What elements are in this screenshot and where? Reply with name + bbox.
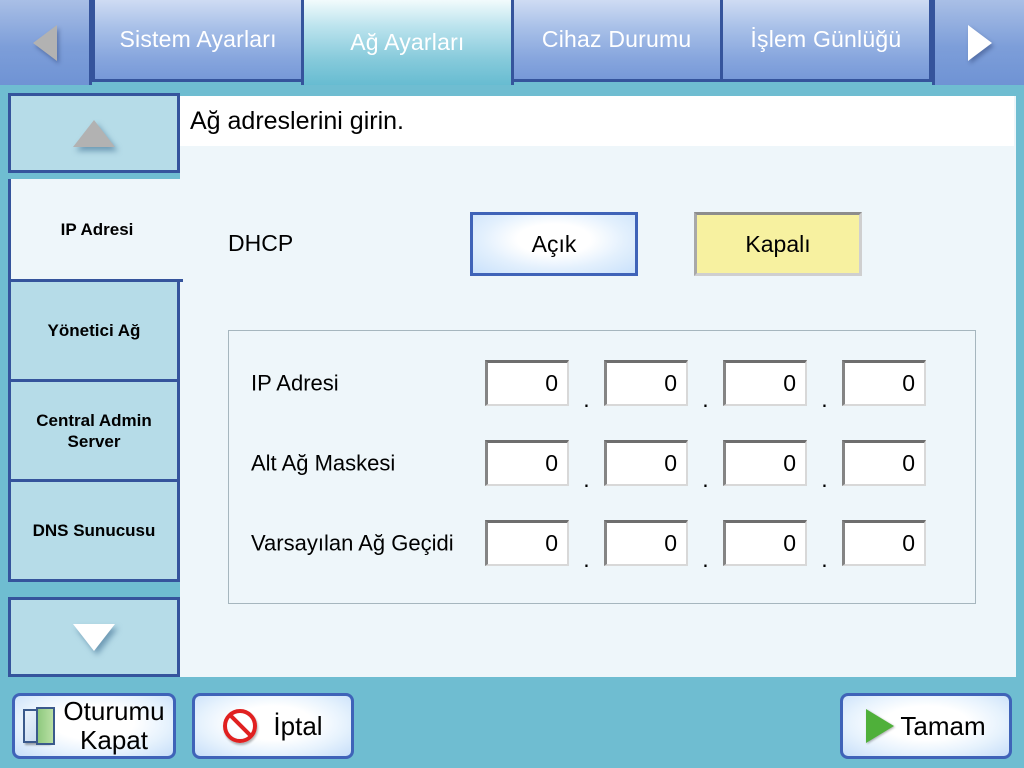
sidebar-item-list: IP Adresi Yönetici Ağ Central Admin Serv…	[8, 179, 183, 591]
cancel-button[interactable]: İptal	[192, 693, 354, 759]
main-body: IP Adresi Yönetici Ağ Central Admin Serv…	[0, 85, 1024, 685]
dhcp-off-label: Kapalı	[745, 230, 811, 257]
sidebar-item-label: DNS Sunucusu	[32, 521, 156, 540]
octet-group: 0 . 0 . 0 . 0	[485, 440, 926, 492]
subnet-octet-3[interactable]: 0	[723, 440, 807, 486]
logout-label: Oturumu Kapat	[63, 696, 165, 755]
dhcp-setting-row: DHCP Açık Kapalı	[180, 212, 1016, 282]
gateway-octet-3[interactable]: 0	[723, 520, 807, 566]
triangle-left-icon	[32, 24, 57, 61]
subnet-octet-4[interactable]: 0	[842, 440, 926, 486]
address-row-gateway: Varsayılan Ağ Geçidi 0 . 0 . 0 . 0	[229, 503, 977, 583]
address-row-label: Alt Ağ Maskesi	[251, 450, 396, 476]
tab-label: Ağ Ayarları	[350, 29, 465, 55]
sidebar-item-ip-adresi[interactable]: IP Adresi	[8, 179, 183, 282]
subnet-octet-1[interactable]: 0	[485, 440, 569, 486]
triangle-up-icon	[73, 119, 115, 147]
octet-separator: .	[583, 546, 590, 572]
sidebar-item-label: Central Admin Server	[36, 410, 152, 451]
octet-separator: .	[821, 386, 828, 412]
ip-octet-2[interactable]: 0	[604, 360, 688, 406]
gateway-octet-4[interactable]: 0	[842, 520, 926, 566]
no-entry-icon	[223, 709, 258, 743]
address-row-ip: IP Adresi 0 . 0 . 0 . 0	[229, 343, 977, 423]
tab-strip: Sistem Ayarları Ağ Ayarları Cihaz Durumu…	[92, 0, 932, 85]
subnet-octet-2[interactable]: 0	[604, 440, 688, 486]
next-tabs-button[interactable]	[932, 0, 1024, 85]
dhcp-off-button[interactable]: Kapalı	[694, 212, 862, 276]
gateway-octet-2[interactable]: 0	[604, 520, 688, 566]
octet-separator: .	[821, 546, 828, 572]
top-tab-bar: Sistem Ayarları Ağ Ayarları Cihaz Durumu…	[0, 0, 1024, 85]
sidebar-scroll-up-button[interactable]	[8, 93, 180, 173]
play-triangle-icon	[866, 709, 895, 743]
dhcp-on-label: Açık	[531, 230, 577, 257]
triangle-right-icon	[967, 24, 992, 61]
sidebar-item-label: Yönetici Ağ	[47, 321, 141, 340]
page-title-bar: Ağ adreslerini girin.	[180, 96, 1014, 146]
sidebar-item-central-admin-server[interactable]: Central Admin Server	[8, 379, 180, 482]
door-exit-icon	[23, 707, 57, 745]
tab-cihaz-durumu[interactable]: Cihaz Durumu	[510, 0, 723, 82]
octet-separator: .	[702, 386, 709, 412]
bottom-button-bar: Oturumu Kapat İptal Tamam	[0, 685, 1024, 768]
triangle-down-icon	[73, 623, 115, 651]
octet-separator: .	[821, 466, 828, 492]
cancel-label: İptal	[273, 710, 323, 741]
sidebar-item-yonetici-ag[interactable]: Yönetici Ağ	[8, 279, 180, 382]
sidebar-item-label: IP Adresi	[60, 219, 134, 239]
gateway-octet-1[interactable]: 0	[485, 520, 569, 566]
sidebar-item-dns-sunucusu[interactable]: DNS Sunucusu	[8, 479, 180, 582]
tab-sistem-ayarlari[interactable]: Sistem Ayarları	[92, 0, 305, 82]
ok-button[interactable]: Tamam	[840, 693, 1012, 759]
tab-label: İşlem Günlüğü	[750, 26, 902, 52]
dhcp-on-button[interactable]: Açık	[470, 212, 638, 276]
page-title: Ağ adreslerini girin.	[190, 106, 404, 135]
logout-button[interactable]: Oturumu Kapat	[12, 693, 176, 759]
address-row-subnet: Alt Ağ Maskesi 0 . 0 . 0 . 0	[229, 423, 977, 503]
dhcp-label: DHCP	[228, 230, 294, 256]
address-group-box: IP Adresi 0 . 0 . 0 . 0 Alt Ağ Maskesi 0…	[228, 330, 976, 604]
address-row-label: IP Adresi	[251, 370, 339, 396]
tab-label: Cihaz Durumu	[541, 26, 692, 52]
sidebar-scroll-down-button[interactable]	[8, 597, 180, 677]
octet-separator: .	[702, 546, 709, 572]
ip-octet-1[interactable]: 0	[485, 360, 569, 406]
octet-separator: .	[583, 466, 590, 492]
octet-group: 0 . 0 . 0 . 0	[485, 520, 926, 572]
ip-octet-3[interactable]: 0	[723, 360, 807, 406]
tab-islem-gunlugu[interactable]: İşlem Günlüğü	[719, 0, 932, 82]
octet-group: 0 . 0 . 0 . 0	[485, 360, 926, 412]
address-row-label: Varsayılan Ağ Geçidi	[251, 530, 454, 556]
octet-separator: .	[702, 466, 709, 492]
ip-octet-4[interactable]: 0	[842, 360, 926, 406]
ok-label: Tamam	[900, 710, 986, 741]
tab-label: Sistem Ayarları	[119, 26, 277, 52]
previous-tabs-button[interactable]	[0, 0, 92, 85]
octet-separator: .	[583, 386, 590, 412]
content-panel: Ağ adreslerini girin. DHCP Açık Kapalı I…	[180, 93, 1016, 677]
sidebar: IP Adresi Yönetici Ağ Central Admin Serv…	[8, 93, 183, 677]
tab-ag-ayarlari[interactable]: Ağ Ayarları	[301, 0, 514, 85]
